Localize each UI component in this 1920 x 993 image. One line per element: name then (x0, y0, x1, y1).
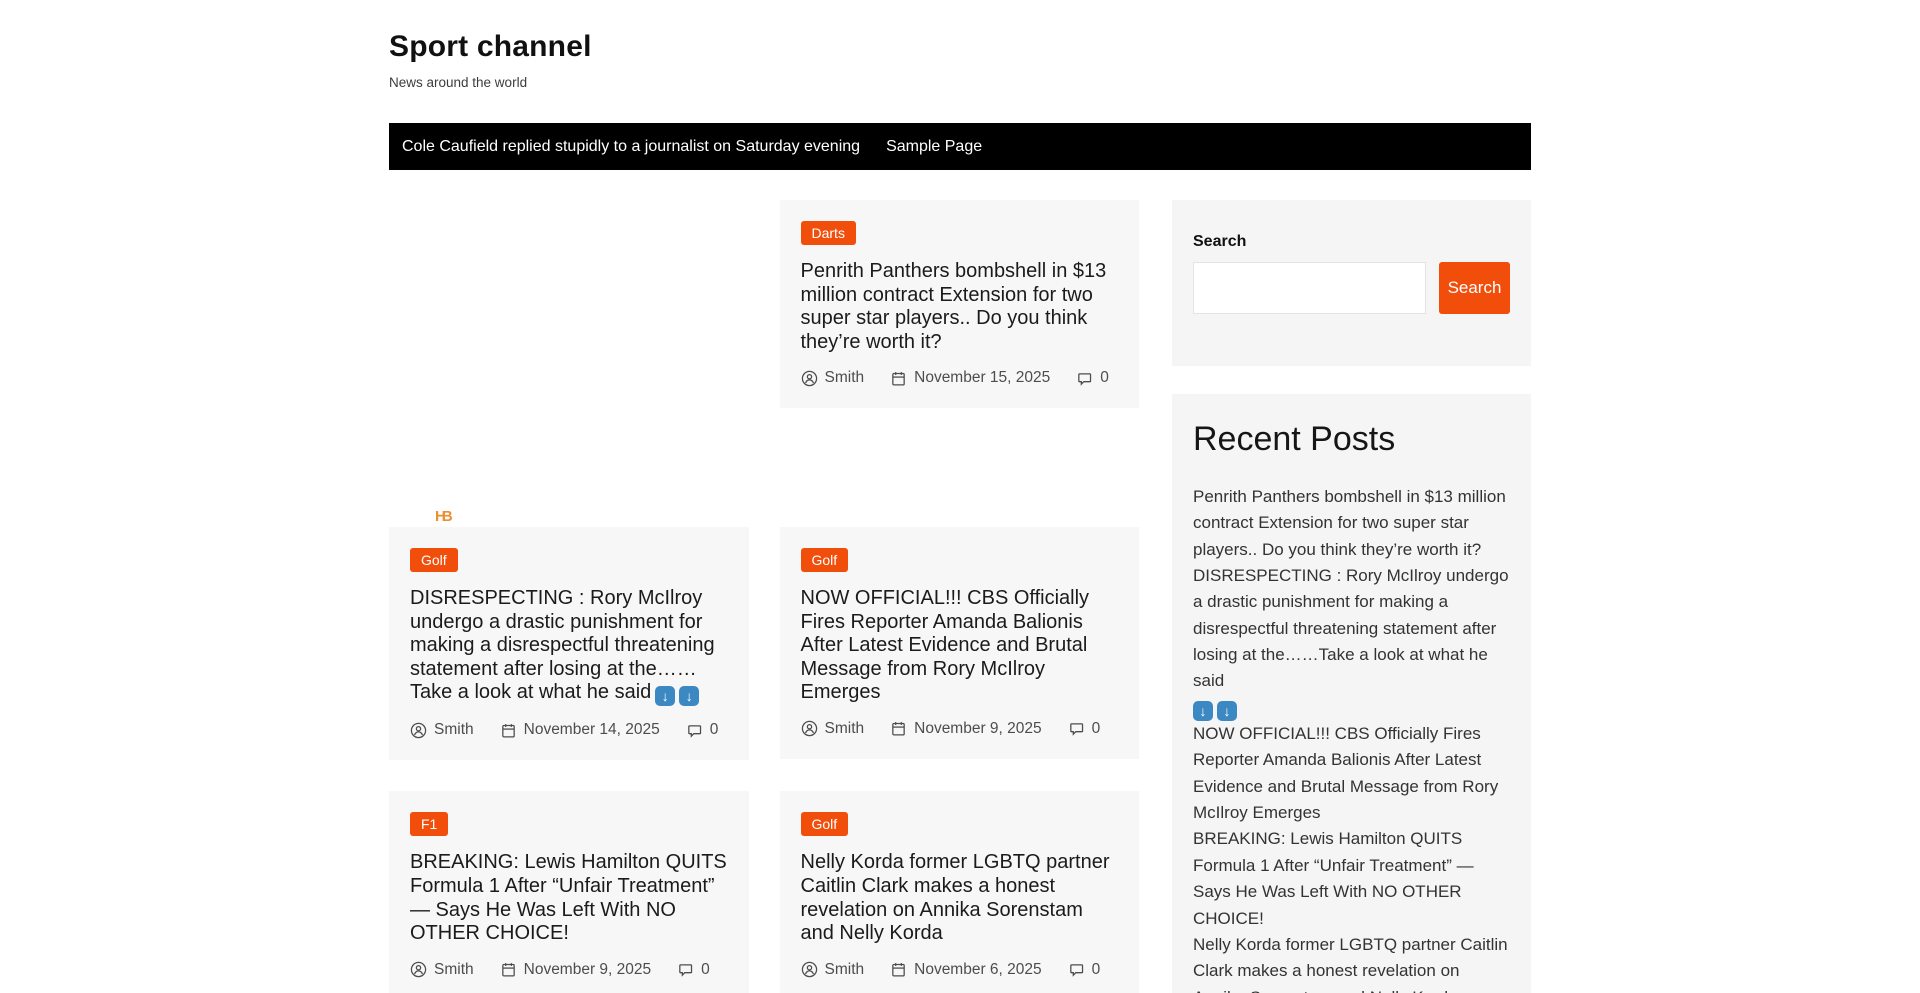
post-meta: Smith November 6, 2025 0 (801, 961, 1119, 979)
author-icon (410, 722, 427, 739)
recent-post-link[interactable]: NOW OFFICIAL!!! CBS Officially Fires Rep… (1193, 724, 1498, 822)
post-author: Smith (801, 961, 865, 979)
search-widget: Search Search (1172, 200, 1531, 366)
calendar-icon (890, 370, 907, 387)
recent-posts-widget: Recent Posts Penrith Panthers bombshell … (1172, 394, 1531, 993)
post-title-link[interactable]: BREAKING: Lewis Hamilton QUITS Formula 1… (410, 851, 727, 944)
comments-icon (686, 722, 703, 739)
post-comments: 0 (1068, 961, 1101, 979)
post-author: Smith (410, 961, 474, 979)
post-date: November 6, 2025 (890, 961, 1042, 979)
calendar-icon (890, 961, 907, 978)
recent-post-item: BREAKING: Lewis Hamilton QUITS Formula 1… (1193, 826, 1510, 931)
calendar-icon (890, 720, 907, 737)
comments-icon (1068, 961, 1085, 978)
category-badge[interactable]: Golf (801, 548, 849, 572)
post-author: Smith (410, 721, 474, 739)
recent-post-link[interactable]: BREAKING: Lewis Hamilton QUITS Formula 1… (1193, 829, 1474, 927)
author-icon (410, 961, 427, 978)
broken-image-placeholder: HB (435, 508, 449, 525)
recent-post-link[interactable]: Penrith Panthers bombshell in $13 millio… (1193, 487, 1506, 559)
post-date: November 14, 2025 (500, 721, 660, 739)
author-icon (801, 370, 818, 387)
post-date: November 9, 2025 (500, 961, 652, 979)
recent-posts-heading: Recent Posts (1193, 420, 1510, 459)
post-author: Smith (801, 369, 865, 387)
comments-icon (1076, 370, 1093, 387)
site-header: Sport channel News around the world (389, 0, 1531, 90)
post-title-link[interactable]: NOW OFFICIAL!!! CBS Officially Fires Rep… (801, 587, 1090, 703)
post-meta: Smith November 9, 2025 0 (410, 961, 728, 979)
post-comments: 0 (677, 961, 710, 979)
category-badge[interactable]: F1 (410, 812, 448, 836)
post-author: Smith (801, 720, 865, 738)
down-arrow-emoji: ↓ (1193, 701, 1213, 721)
search-input[interactable] (1193, 262, 1426, 314)
post-card: Golf Nelly Korda former LGBTQ partner Ca… (780, 791, 1140, 993)
comments-icon (1068, 720, 1085, 737)
search-button[interactable]: Search (1439, 262, 1510, 314)
search-widget-title: Search (1193, 233, 1510, 251)
posts-grid: HB Darts Penrith Panthers bombshell in $… (389, 200, 1139, 993)
author-icon (801, 720, 818, 737)
recent-post-item: NOW OFFICIAL!!! CBS Officially Fires Rep… (1193, 721, 1510, 826)
post-card: Darts Penrith Panthers bombshell in $13 … (780, 200, 1140, 408)
broken-featured-image-cell (389, 200, 749, 496)
recent-post-link[interactable]: DISRESPECTING : Rory McIlroy undergo a d… (1193, 566, 1509, 717)
post-meta: Smith November 15, 2025 0 (801, 369, 1119, 387)
post-card: Golf NOW OFFICIAL!!! CBS Officially Fire… (780, 527, 1140, 759)
down-arrow-emoji: ↓ (1217, 701, 1237, 721)
down-arrow-emoji: ↓ (655, 686, 675, 706)
site-tagline: News around the world (389, 75, 1531, 90)
calendar-icon (500, 722, 517, 739)
recent-post-item: Penrith Panthers bombshell in $13 millio… (1193, 484, 1510, 563)
main-nav: Cole Caufield replied stupidly to a jour… (389, 123, 1531, 170)
author-icon (801, 961, 818, 978)
post-comments: 0 (686, 721, 719, 739)
recent-post-item: DISRESPECTING : Rory McIlroy undergo a d… (1193, 563, 1510, 721)
comments-icon (677, 961, 694, 978)
category-badge[interactable]: Darts (801, 221, 856, 245)
down-arrow-emoji: ↓ (679, 686, 699, 706)
sidebar: Search Search Recent Posts Penrith Panth… (1172, 200, 1531, 993)
post-comments: 0 (1068, 720, 1101, 738)
post-card: Golf DISRESPECTING : Rory McIlroy underg… (389, 527, 749, 760)
site-title[interactable]: Sport channel (389, 30, 1531, 64)
post-date: November 9, 2025 (890, 720, 1042, 738)
post-card: F1 BREAKING: Lewis Hamilton QUITS Formul… (389, 791, 749, 993)
nav-item-sample-page[interactable]: Sample Page (873, 138, 995, 156)
post-title-link[interactable]: Nelly Korda former LGBTQ partner Caitlin… (801, 851, 1110, 944)
category-badge[interactable]: Golf (410, 548, 458, 572)
post-comments: 0 (1076, 369, 1109, 387)
calendar-icon (500, 961, 517, 978)
recent-post-link[interactable]: Nelly Korda former LGBTQ partner Caitlin… (1193, 935, 1508, 993)
post-meta: Smith November 9, 2025 0 (801, 720, 1119, 738)
category-badge[interactable]: Golf (801, 812, 849, 836)
recent-post-item: Nelly Korda former LGBTQ partner Caitlin… (1193, 932, 1510, 993)
nav-item-post-link[interactable]: Cole Caufield replied stupidly to a jour… (389, 138, 873, 156)
post-meta: Smith November 14, 2025 0 (410, 721, 728, 739)
post-title-link[interactable]: Penrith Panthers bombshell in $13 millio… (801, 260, 1107, 353)
post-title-link[interactable]: DISRESPECTING : Rory McIlroy undergo a d… (410, 587, 715, 703)
post-date: November 15, 2025 (890, 369, 1050, 387)
